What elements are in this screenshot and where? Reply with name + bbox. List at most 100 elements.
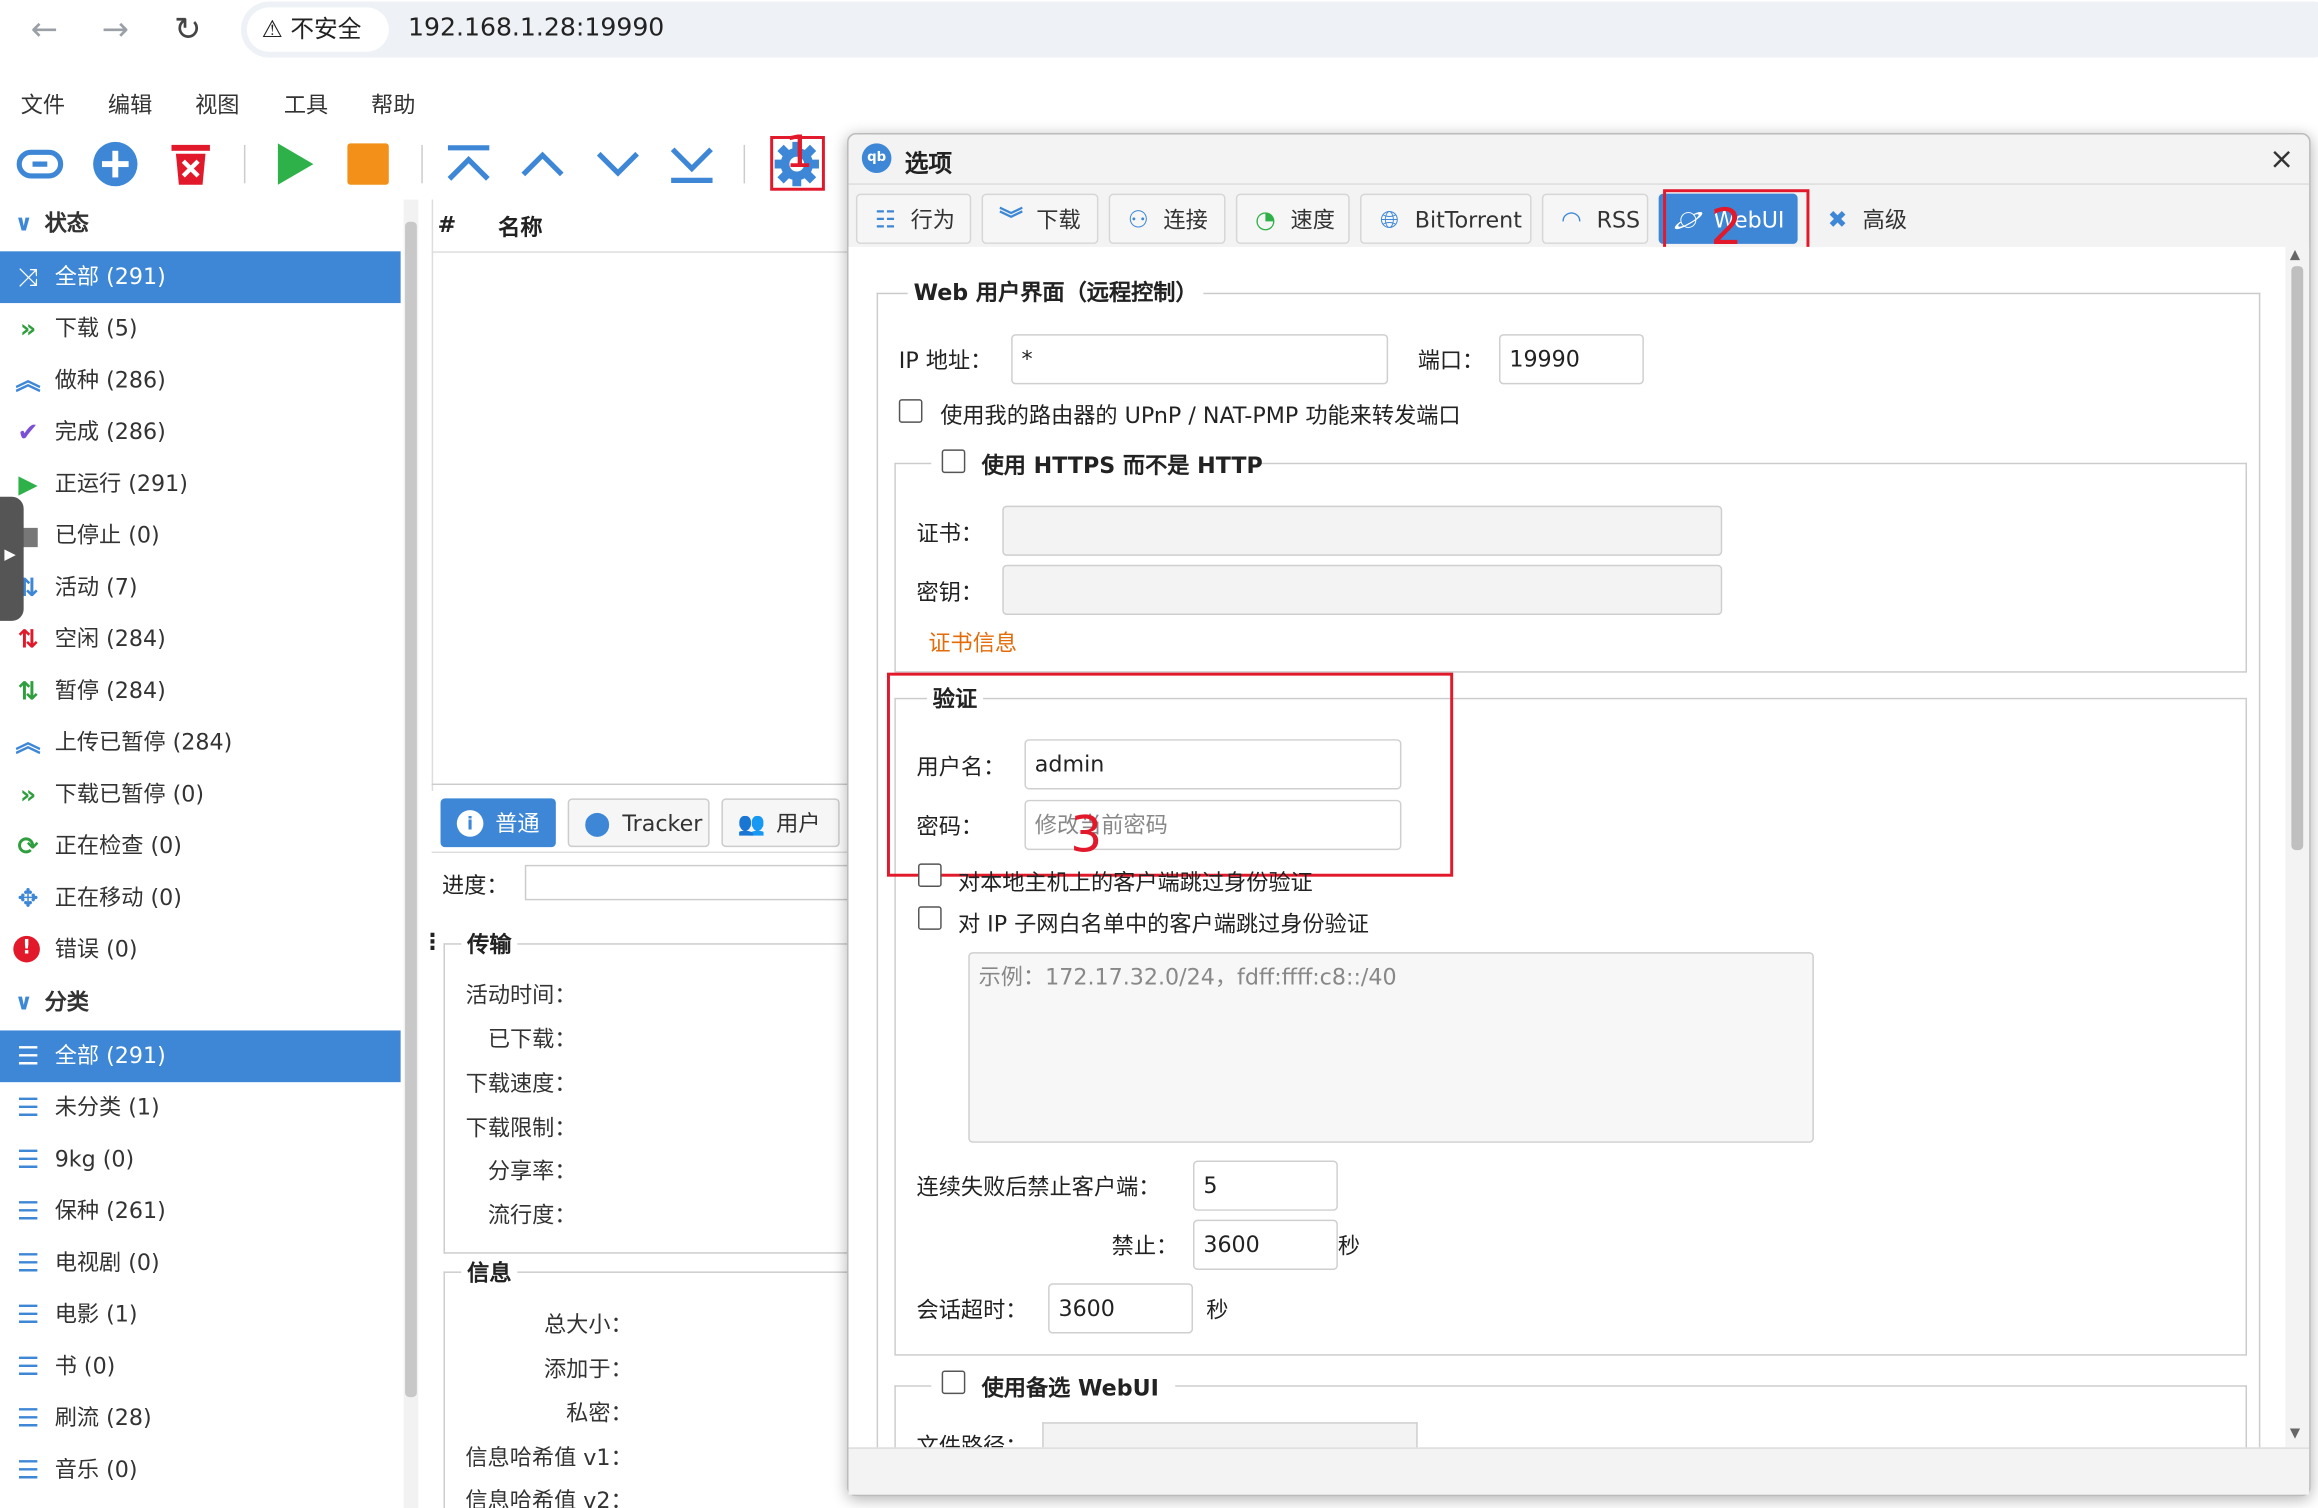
tab-peers[interactable]: 👥 用户 — [721, 798, 840, 848]
add-torrent-button[interactable] — [90, 139, 140, 189]
bypass-whitelist-checkbox[interactable] — [918, 906, 942, 930]
move-bottom-button[interactable] — [667, 139, 717, 189]
category-item[interactable]: ☰ 未分类 (1) — [0, 1082, 401, 1134]
scroll-up-arrow-icon[interactable]: ▲ — [2290, 248, 2300, 263]
start-button[interactable] — [269, 139, 319, 189]
port-input[interactable]: 19990 — [1498, 334, 1644, 385]
refresh-icon: ⟳ — [17, 832, 39, 862]
tab-label: BitTorrent — [1414, 206, 1522, 234]
stop-button[interactable] — [343, 139, 393, 189]
ban-after-input[interactable]: 5 — [1192, 1160, 1338, 1211]
status-item-download-paused[interactable]: » 下载已暂停 (0) — [0, 769, 401, 821]
status-item-completed[interactable]: ✔ 完成 (286) — [0, 407, 401, 459]
ban-duration-input[interactable]: 3600 — [1192, 1219, 1338, 1270]
upnp-checkbox[interactable] — [898, 399, 923, 423]
screen: ← → ↻ ⚠ 不安全 192.168.1.28:19990 文件 编辑 视图 … — [0, 0, 2318, 1508]
menu-view[interactable]: 视图 — [195, 89, 239, 120]
webui-group-title: Web 用户界面（远程控制） — [907, 276, 1204, 308]
status-header[interactable]: ∨ 状态 — [15, 198, 89, 250]
status-item-all[interactable]: ⤨ 全部 (291) — [0, 251, 401, 304]
panel-scroll-thumb[interactable] — [2291, 266, 2304, 851]
category-item[interactable]: ☰ 刷流 (28) — [0, 1393, 401, 1445]
security-chip[interactable]: ⚠ 不安全 — [246, 7, 389, 52]
category-item-all[interactable]: ☰ 全部 (291) — [0, 1030, 401, 1083]
tab-downloads[interactable]: ︾ 下载 — [981, 193, 1099, 244]
close-button[interactable]: × — [2269, 140, 2294, 175]
file-path-input[interactable] — [1042, 1422, 1418, 1448]
toolbar-separator — [743, 144, 746, 184]
category-item-label: 刷流 (28) — [54, 1404, 152, 1432]
alt-webui-checkbox[interactable] — [941, 1370, 966, 1395]
tab-advanced[interactable]: ✖ 高级 — [1808, 194, 1926, 244]
location-pin-icon: ⬤ — [583, 808, 611, 837]
move-down-button[interactable] — [593, 139, 643, 189]
tab-behavior[interactable]: ☷ 行为 — [855, 193, 972, 244]
globe-icon: 🌐︎ — [1380, 205, 1400, 234]
status-item-inactive[interactable]: ⇅ 空闲 (284) — [0, 614, 401, 666]
field-label: 活动时间： — [465, 981, 577, 1009]
status-item-moving[interactable]: ✥ 正在移动 (0) — [0, 872, 401, 924]
session-timeout-input[interactable]: 3600 — [1048, 1283, 1193, 1334]
menu-file[interactable]: 文件 — [21, 89, 65, 120]
category-item[interactable]: ☰ 书 (0) — [0, 1341, 401, 1393]
menu-tools[interactable]: 工具 — [284, 89, 328, 120]
menu-edit[interactable]: 编辑 — [108, 89, 152, 120]
category-item[interactable]: ☰ 电影 (1) — [0, 1289, 401, 1341]
delete-button[interactable] — [166, 139, 216, 189]
tab-connection[interactable]: ⚇ 连接 — [1108, 193, 1226, 244]
status-item-checking[interactable]: ⟳ 正在检查 (0) — [0, 821, 401, 873]
url-text[interactable]: 192.168.1.28:19990 — [408, 13, 664, 43]
tab-general[interactable]: i 普通 — [440, 798, 556, 848]
key-input[interactable] — [1002, 564, 1723, 616]
checkmark-icon: ✔ — [17, 418, 39, 448]
ip-address-input[interactable]: * — [1011, 334, 1389, 385]
list-icon: ☰ — [16, 1249, 40, 1279]
column-name[interactable]: 名称 — [498, 211, 542, 242]
status-item-running[interactable]: ▶ 正运行 (291) — [0, 458, 401, 510]
toolbar-separator — [421, 144, 423, 184]
category-header[interactable]: ∨ 分类 — [15, 977, 89, 1029]
forward-button[interactable]: → — [95, 10, 136, 51]
status-item-seeding[interactable]: ︽ 做种 (286) — [0, 355, 401, 407]
tab-tracker[interactable]: ⬤ Tracker — [567, 798, 710, 848]
field-label: 下载速度： — [465, 1070, 577, 1097]
move-up-button[interactable] — [517, 139, 567, 189]
cert-info-link[interactable]: 证书信息 — [928, 627, 1017, 658]
status-item-error[interactable]: ! 错误 (0) — [0, 924, 401, 976]
add-link-button[interactable] — [15, 139, 65, 189]
splitter-handle[interactable]: ⋮ — [421, 928, 443, 955]
scroll-down-arrow-icon[interactable]: ▼ — [2290, 1427, 2300, 1442]
sidebar-scroll-thumb[interactable] — [405, 221, 417, 1398]
category-item[interactable]: ☰ 9kg (0) — [0, 1134, 401, 1186]
status-item-downloading[interactable]: » 下载 (5) — [0, 303, 401, 355]
chevron-down-icon — [596, 151, 639, 177]
category-item-label: 未分类 (1) — [54, 1094, 160, 1121]
plus-circle-icon — [93, 141, 138, 187]
category-item[interactable]: ☰ 保种 (261) — [0, 1186, 401, 1238]
category-item[interactable]: ☰ 电视剧 (0) — [0, 1237, 401, 1289]
field-label: 总大小： — [543, 1311, 633, 1338]
https-checkbox[interactable] — [941, 449, 966, 474]
column-hash[interactable]: # — [438, 211, 457, 238]
bypass-local-checkbox[interactable] — [918, 863, 942, 888]
cert-input[interactable] — [1002, 505, 1723, 556]
tab-rss[interactable]: ◠ RSS — [1541, 193, 1649, 244]
tab-bittorrent[interactable]: 🌐︎ BitTorrent — [1360, 193, 1532, 244]
divider — [848, 183, 2310, 185]
tab-speed[interactable]: ◔ 速度 — [1235, 193, 1350, 244]
updown-arrows-icon: ⇅ — [17, 625, 39, 655]
back-button[interactable]: ← — [24, 10, 65, 51]
side-panel-handle[interactable]: ▶ — [0, 496, 24, 621]
status-item-paused[interactable]: ⇅ 暂停 (284) — [0, 665, 401, 717]
menu-help[interactable]: 帮助 — [371, 89, 415, 120]
status-item-stopped[interactable]: ■ 已停止 (0) — [0, 510, 401, 562]
move-top-button[interactable] — [443, 139, 493, 189]
rss-icon: ◠ — [1561, 205, 1582, 234]
reload-button[interactable]: ↻ — [167, 10, 208, 51]
whitelist-textarea[interactable]: 示例：172.17.32.0/24，fdff:ffff:c8::/40 — [968, 952, 1814, 1143]
chevron-down-icon: ∨ — [14, 989, 33, 1016]
status-item-upload-paused[interactable]: ︽ 上传已暂停 (284) — [0, 717, 401, 769]
list-splitter[interactable] — [431, 783, 849, 786]
category-item[interactable]: ☰ 音乐 (0) — [0, 1444, 401, 1496]
status-item-active[interactable]: ⇅ 活动 (7) — [0, 562, 401, 614]
